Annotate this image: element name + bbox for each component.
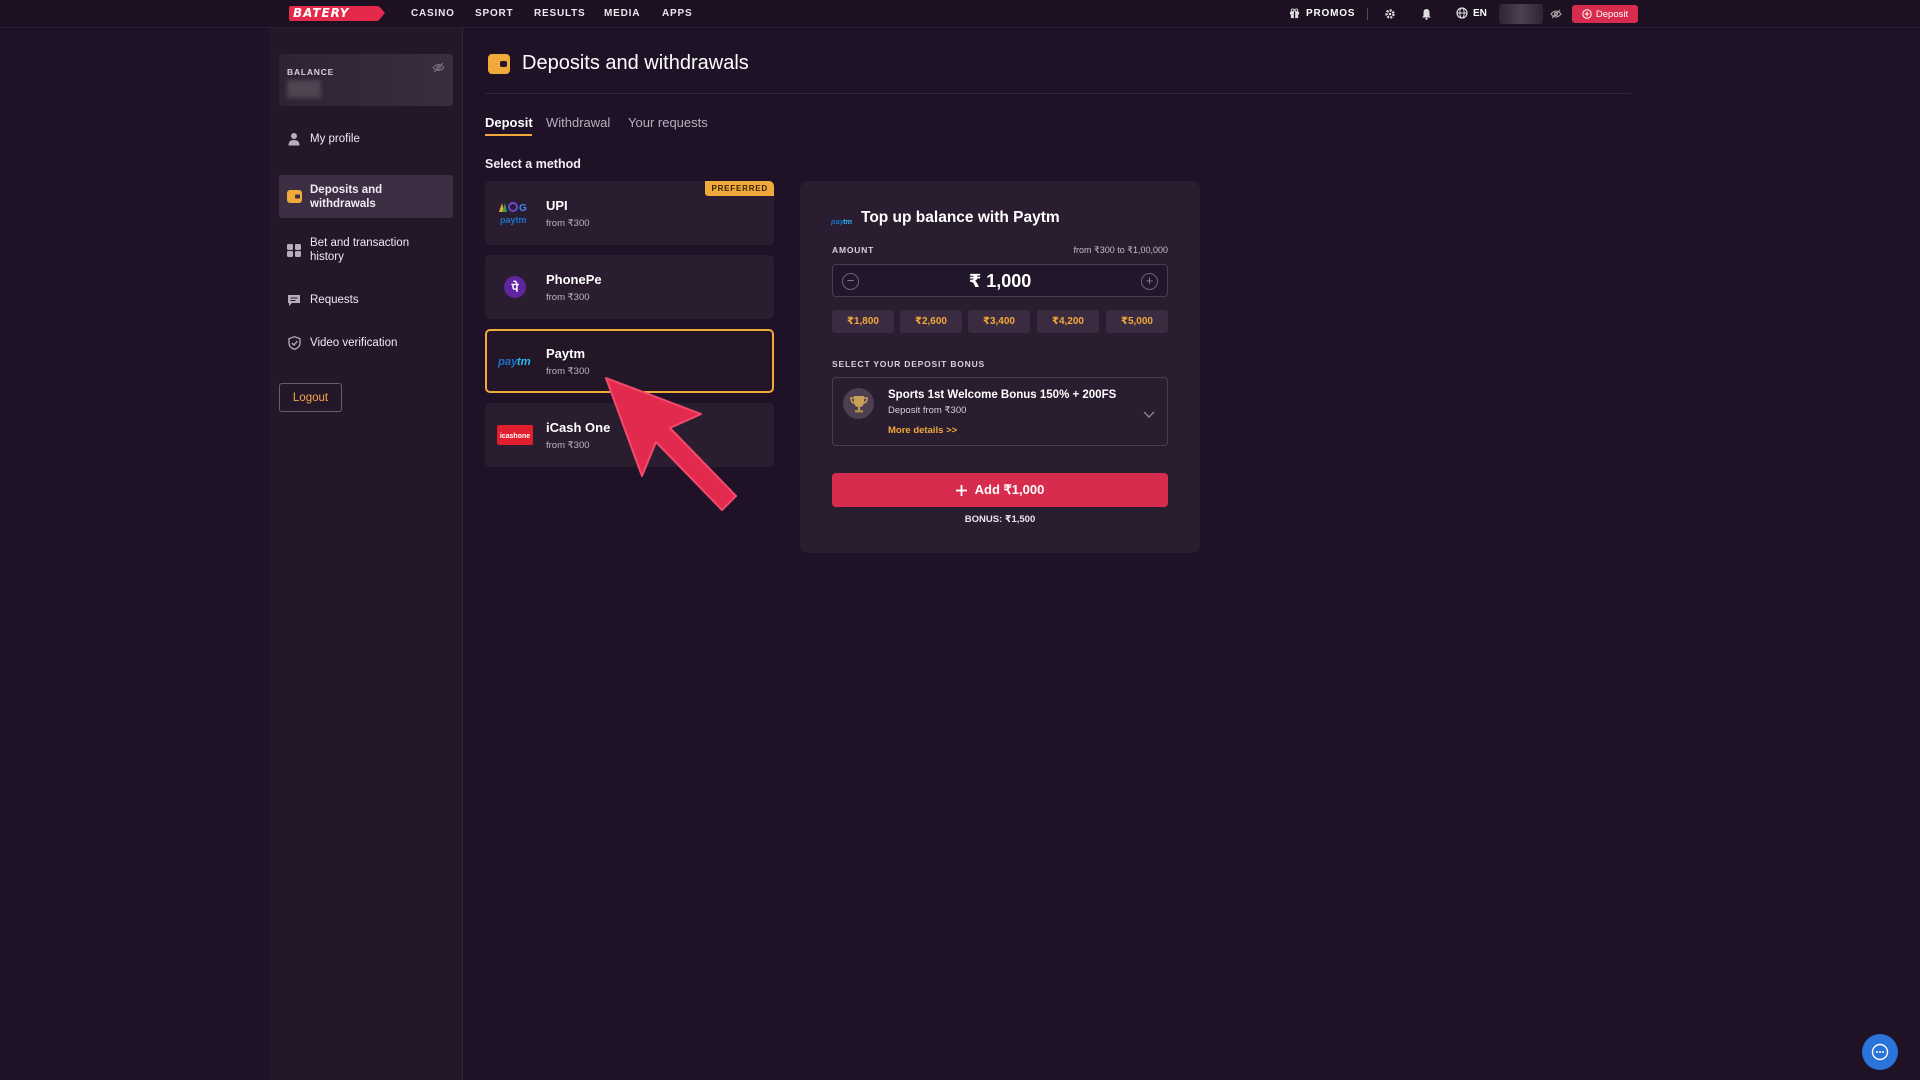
tab-your-requests[interactable]: Your requests — [628, 115, 708, 130]
amount-label: AMOUNT — [832, 245, 875, 255]
panel-title: Top up balance with Paytm — [861, 209, 1060, 226]
method-min: from ₹300 — [546, 440, 590, 451]
active-tab-indicator — [485, 134, 532, 136]
nav-sport[interactable]: SPORT — [475, 8, 513, 19]
method-upi[interactable]: G paytm UPI from ₹300 PREFERRED — [485, 181, 774, 245]
topbar-divider — [1367, 8, 1368, 20]
amount-chip[interactable]: ₹2,600 — [900, 310, 962, 333]
batery-logo[interactable]: BATERY — [289, 6, 385, 21]
svg-text:G: G — [519, 203, 527, 214]
select-method-heading: Select a method — [485, 157, 581, 171]
sidebar-item-label: Video verification — [310, 337, 398, 349]
chat-icon — [286, 292, 302, 308]
balance-label: BALANCE — [287, 67, 335, 77]
deposit-label: Deposit — [1595, 8, 1629, 20]
settings-icon[interactable] — [1382, 6, 1398, 22]
method-phonepe[interactable]: पे PhonePe from ₹300 — [485, 255, 774, 319]
upi-logo: G paytm — [497, 201, 533, 225]
sidebar-item-requests[interactable]: Requests — [279, 290, 453, 310]
more-details-link[interactable]: More details >> — [888, 425, 957, 436]
svg-text:paytm: paytm — [500, 215, 527, 225]
chevron-down-icon[interactable] — [1143, 406, 1155, 424]
add-funds-label: Add ₹1,000 — [974, 482, 1045, 497]
plus-circle-icon — [1582, 9, 1592, 19]
sidebar-item-history[interactable]: Bet and transaction history — [279, 235, 453, 265]
sidebar-item-label: Deposits and withdrawals — [310, 183, 383, 210]
sidebar-item-label: My profile — [310, 133, 360, 145]
bonus-title: Sports 1st Welcome Bonus 150% + 200FS — [888, 389, 1117, 401]
nav-casino[interactable]: CASINO — [411, 8, 455, 19]
topbar-deposit-button[interactable]: Deposit — [1572, 5, 1638, 23]
sidebar-item-video-verification[interactable]: Video verification — [279, 333, 453, 353]
amount-input[interactable]: − ₹ 1,000 + — [832, 264, 1168, 297]
eye-off-icon[interactable] — [432, 60, 445, 78]
amount-chip[interactable]: ₹5,000 — [1106, 310, 1168, 333]
tab-deposit[interactable]: Deposit — [485, 115, 533, 130]
method-min: from ₹300 — [546, 292, 590, 303]
method-name: PhonePe — [546, 272, 602, 287]
page-title: Deposits and withdrawals — [522, 52, 749, 74]
paytm-logo: pay tm — [497, 349, 533, 373]
bonus-section-label: SELECT YOUR DEPOSIT BONUS — [832, 359, 986, 369]
promos-label: PROMOS — [1306, 8, 1356, 19]
sidebar-item-my-profile[interactable]: My profile — [279, 129, 453, 149]
annotation-arrow-icon — [605, 377, 737, 511]
title-divider — [485, 93, 1631, 94]
nav-results[interactable]: RESULTS — [534, 8, 586, 19]
shield-icon — [286, 335, 302, 351]
promos-link[interactable]: PROMOS — [1289, 8, 1355, 19]
svg-text:pay: pay — [497, 356, 518, 368]
svg-text:tm: tm — [843, 217, 852, 226]
top-bar: BATERY CASINO SPORT RESULTS MEDIA APPS P… — [0, 0, 1920, 28]
amount-chip[interactable]: ₹3,400 — [968, 310, 1030, 333]
increase-amount-button[interactable]: + — [1141, 273, 1158, 290]
tab-withdrawal[interactable]: Withdrawal — [546, 115, 610, 130]
nav-media[interactable]: MEDIA — [604, 8, 640, 19]
add-funds-button[interactable]: Add ₹1,000 — [832, 473, 1168, 507]
preferred-badge: PREFERRED — [705, 181, 774, 196]
method-name: UPI — [546, 198, 568, 213]
amount-value: ₹ 1,000 — [968, 271, 1032, 291]
method-min: from ₹300 — [546, 218, 590, 229]
trophy-icon — [843, 388, 874, 419]
gift-icon — [1289, 8, 1300, 19]
account-sidebar: BALANCE My profile Deposits and withdraw… — [270, 28, 463, 1080]
wallet-icon — [286, 189, 302, 205]
method-min: from ₹300 — [546, 366, 590, 377]
support-chat-button[interactable] — [1862, 1034, 1898, 1070]
globe-icon — [1456, 7, 1468, 19]
phonepe-logo: पे — [497, 275, 533, 299]
chat-bubble-icon — [1871, 1043, 1889, 1061]
bonus-min-deposit: Deposit from ₹300 — [888, 405, 967, 416]
amount-chip[interactable]: ₹1,800 — [832, 310, 894, 333]
svg-text:icashone: icashone — [500, 433, 530, 440]
method-name: Paytm — [546, 346, 586, 361]
nav-apps[interactable]: APPS — [662, 8, 692, 19]
bell-icon[interactable] — [1418, 6, 1434, 22]
language-label: EN — [1473, 7, 1487, 19]
user-icon — [286, 131, 302, 147]
bonus-selector[interactable]: Sports 1st Welcome Bonus 150% + 200FS De… — [832, 377, 1168, 446]
language-selector[interactable]: EN — [1456, 7, 1487, 19]
history-icon — [286, 242, 302, 258]
balance-card: BALANCE — [279, 54, 453, 106]
sidebar-item-label: Bet and transaction history — [310, 237, 410, 263]
top-up-panel: pay tm Top up balance with Paytm AMOUNT f… — [800, 181, 1200, 553]
bonus-total: BONUS: ₹1,500 — [964, 514, 1036, 525]
icash-one-logo: icashone — [497, 423, 533, 447]
sidebar-item-deposits[interactable]: Deposits and withdrawals — [279, 175, 453, 218]
wallet-icon — [488, 54, 510, 74]
amount-chip[interactable]: ₹4,200 — [1037, 310, 1099, 333]
user-balance-blurred[interactable] — [1499, 4, 1543, 24]
amount-range: from ₹300 to ₹1,00,000 — [1073, 245, 1168, 255]
svg-text:tm: tm — [517, 356, 531, 368]
hide-balance-icon[interactable] — [1548, 6, 1564, 22]
balance-value-blurred — [287, 80, 321, 98]
paytm-logo: pay tm — [830, 213, 853, 231]
svg-text:पे: पे — [511, 281, 520, 295]
plus-icon — [955, 484, 967, 496]
logout-button[interactable]: Logout — [279, 383, 342, 412]
sidebar-item-label: Requests — [310, 294, 359, 306]
